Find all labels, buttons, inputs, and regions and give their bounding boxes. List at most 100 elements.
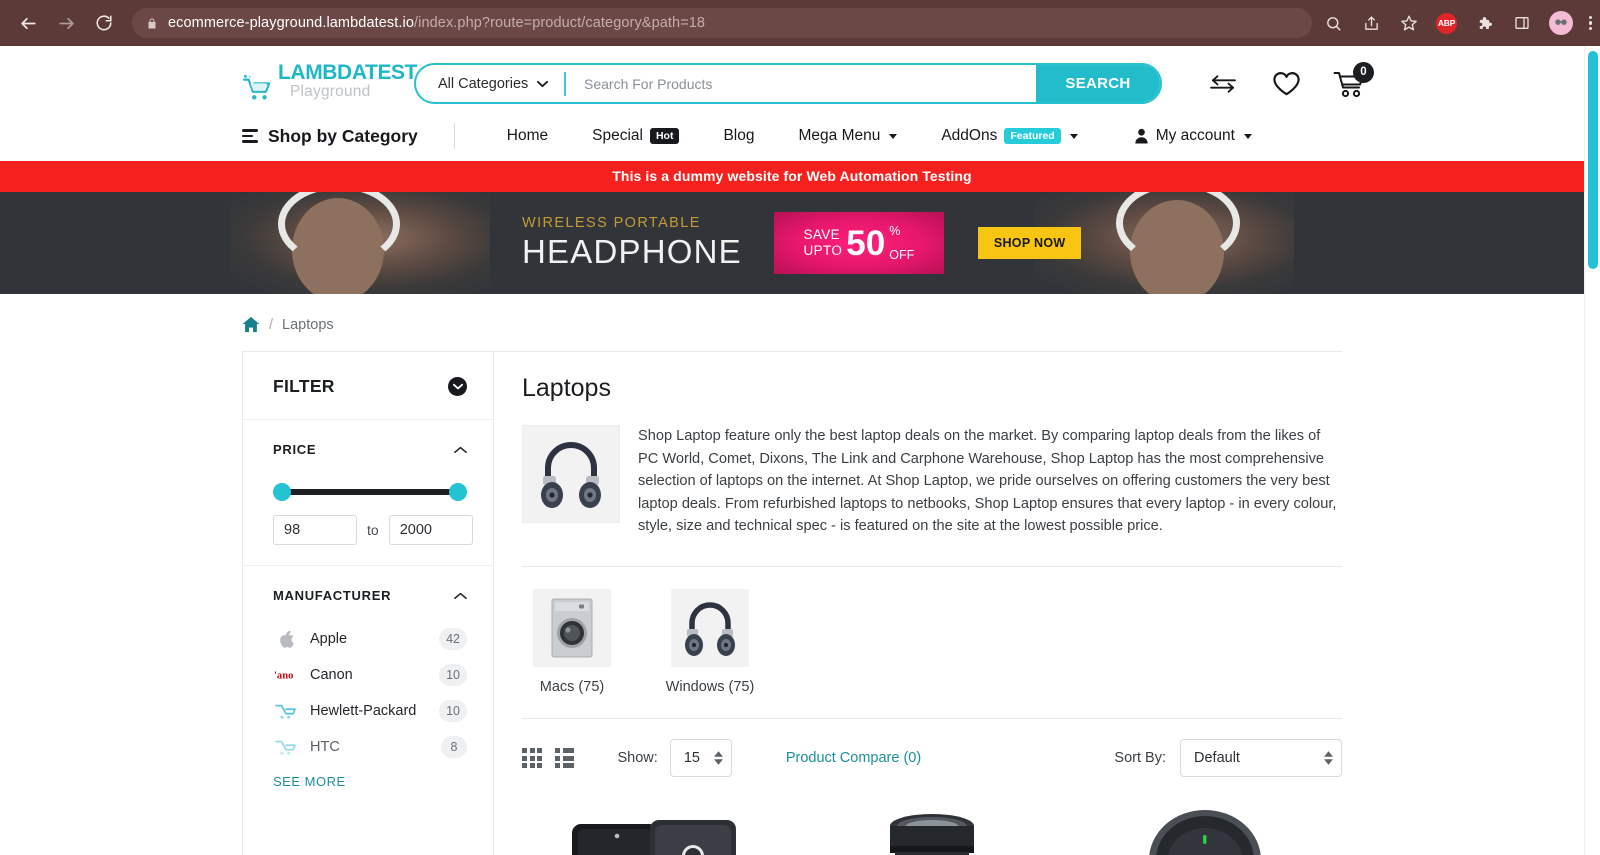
- product-card[interactable]: [795, 801, 1068, 855]
- shopping-cart-icon[interactable]: 0: [1333, 61, 1374, 98]
- nav-item-mega-menu[interactable]: Mega Menu: [776, 127, 919, 145]
- nav-item-blog[interactable]: Blog: [701, 127, 776, 145]
- hero-banner[interactable]: WIRELESS PORTABLE HEADPHONE SAVE UPTO 50…: [0, 192, 1584, 294]
- price-filter-title: PRICE: [273, 442, 317, 457]
- nav-item-blog-label: Blog: [723, 127, 755, 144]
- headphone-product-image: [671, 589, 749, 668]
- hero-upto-label: UPTO: [803, 243, 843, 258]
- price-min-input[interactable]: [273, 515, 357, 545]
- reload-button[interactable]: [90, 9, 118, 37]
- bookmark-star-icon[interactable]: [1398, 12, 1420, 34]
- chevron-down-icon: [1069, 133, 1078, 139]
- show-select[interactable]: 15: [669, 739, 732, 778]
- camera-lens-product-image: [862, 802, 1002, 855]
- manufacturer-item-apple[interactable]: Apple 42: [273, 621, 467, 657]
- compare-arrows-icon[interactable]: [1206, 73, 1240, 95]
- show-label: Show:: [617, 750, 658, 767]
- shop-by-category-button[interactable]: Shop by Category: [242, 126, 418, 147]
- hero-title: HEADPHONE: [522, 233, 742, 270]
- category-dropdown-label: All Categories: [438, 75, 529, 92]
- chevron-down-icon: [537, 80, 548, 87]
- nav-item-home[interactable]: Home: [485, 127, 570, 145]
- price-inputs: to: [273, 515, 473, 545]
- hero-kicker: WIRELESS PORTABLE: [522, 215, 701, 231]
- product-grid: [522, 801, 1342, 855]
- hero-off-label: OFF: [889, 248, 915, 262]
- manufacturer-item-apple-count: 42: [439, 628, 467, 650]
- nav-item-addons[interactable]: AddOns Featured: [919, 127, 1099, 145]
- extensions-icon[interactable]: [1473, 12, 1495, 34]
- product-card[interactable]: [522, 801, 795, 855]
- manufacturer-filter-header[interactable]: MANUFACTURER: [273, 588, 467, 603]
- profile-avatar-icon[interactable]: [1549, 11, 1573, 35]
- manufacturer-item-canon[interactable]: 'ano Canon 10: [273, 657, 467, 693]
- nav-item-home-label: Home: [506, 127, 549, 144]
- refine-category-windows[interactable]: Windows (75): [660, 589, 760, 696]
- manufacturer-filter-title: MANUFACTURER: [273, 588, 392, 603]
- search-button[interactable]: SEARCH: [1036, 65, 1160, 102]
- share-icon[interactable]: [1360, 12, 1382, 34]
- manufacturer-item-hewlett-packard[interactable]: Hewlett-Packard 10: [273, 693, 467, 729]
- header-icons: 0: [1206, 61, 1374, 98]
- grid-view-icon[interactable]: [522, 748, 542, 769]
- search-bar: All Categories SEARCH: [414, 63, 1162, 104]
- product-card[interactable]: [1069, 801, 1342, 855]
- url-path: /index.php?route=product/category&path=1…: [414, 15, 706, 31]
- chevron-up-icon[interactable]: [454, 592, 467, 600]
- price-filter-section: PRICE to: [243, 419, 493, 565]
- price-filter-header[interactable]: PRICE: [273, 442, 467, 457]
- manufacturer-item-htc-label: HTC: [310, 739, 340, 755]
- hero-text-block: WIRELESS PORTABLE HEADPHONE: [522, 215, 742, 271]
- dummy-site-notice: This is a dummy website for Web Automati…: [0, 161, 1584, 192]
- sort-select[interactable]: Default: [1180, 739, 1342, 778]
- nav-item-special[interactable]: Special Hot: [570, 127, 701, 145]
- category-dropdown[interactable]: All Categories: [416, 65, 564, 102]
- hot-badge: Hot: [649, 128, 680, 144]
- refine-category-macs[interactable]: Macs (75): [522, 589, 622, 696]
- refine-category-macs-label: Macs (75): [539, 679, 605, 696]
- scrollbar-thumb[interactable]: [1588, 51, 1598, 269]
- products-toolbar: Show: 15 Product Compare (0) Sort By: De…: [522, 718, 1342, 778]
- chevron-down-circle-icon[interactable]: [448, 377, 467, 396]
- price-max-input[interactable]: [388, 515, 473, 545]
- nav-item-addons-label: AddOns: [941, 127, 998, 144]
- site-logo[interactable]: LAMBDATEST Playground: [242, 60, 417, 107]
- breadcrumb-home-link[interactable]: [242, 316, 260, 333]
- breadcrumb: / Laptops: [242, 316, 1342, 351]
- manufacturer-item-htc-count: 8: [441, 736, 467, 758]
- address-bar[interactable]: ecommerce-playground.lambdatest.io/index…: [132, 8, 1312, 38]
- forward-button[interactable]: [52, 9, 80, 37]
- shop-now-button[interactable]: SHOP NOW: [977, 227, 1082, 259]
- page-scrollbar[interactable]: [1584, 46, 1600, 855]
- see-more-link[interactable]: SEE MORE: [273, 774, 346, 789]
- chevron-up-icon[interactable]: [454, 446, 467, 454]
- hp-logo-icon: [273, 701, 299, 721]
- heart-icon[interactable]: [1272, 71, 1301, 97]
- manufacturer-item-htc[interactable]: HTC 8: [273, 729, 467, 765]
- side-panel-icon[interactable]: [1511, 12, 1533, 34]
- slider-track: [279, 489, 461, 495]
- svg-text:'ano: 'ano: [274, 670, 293, 681]
- sort-by-label: Sort By:: [1114, 750, 1166, 767]
- nav-item-my-account[interactable]: My account: [1112, 127, 1274, 145]
- back-button[interactable]: [14, 9, 42, 37]
- category-description: Shop Laptop feature only the best laptop…: [638, 428, 1337, 535]
- hero-discount-badge: SAVE UPTO 50 % OFF: [773, 212, 944, 274]
- slider-handle-max[interactable]: [449, 483, 467, 501]
- adblock-icon[interactable]: ABP: [1436, 12, 1457, 34]
- nav-divider: [453, 123, 455, 149]
- price-range-slider[interactable]: [273, 483, 467, 501]
- search-icon[interactable]: [1322, 12, 1344, 34]
- search-input[interactable]: [566, 65, 1036, 102]
- featured-badge: Featured: [1004, 127, 1061, 145]
- user-icon: [1134, 128, 1149, 144]
- manufacturer-item-canon-count: 10: [439, 664, 467, 686]
- nav-item-my-account-label: My account: [1155, 127, 1235, 144]
- smartphone-product-image: [554, 802, 764, 855]
- slider-handle-min[interactable]: [273, 483, 291, 501]
- chrome-menu-icon[interactable]: [1589, 15, 1593, 31]
- list-view-icon[interactable]: [555, 748, 574, 769]
- filter-header[interactable]: FILTER: [243, 352, 493, 419]
- page-body: / Laptops FILTER PRICE 98 to 2000 MANUFA…: [242, 294, 1342, 855]
- product-compare-link[interactable]: Product Compare (0): [786, 750, 921, 766]
